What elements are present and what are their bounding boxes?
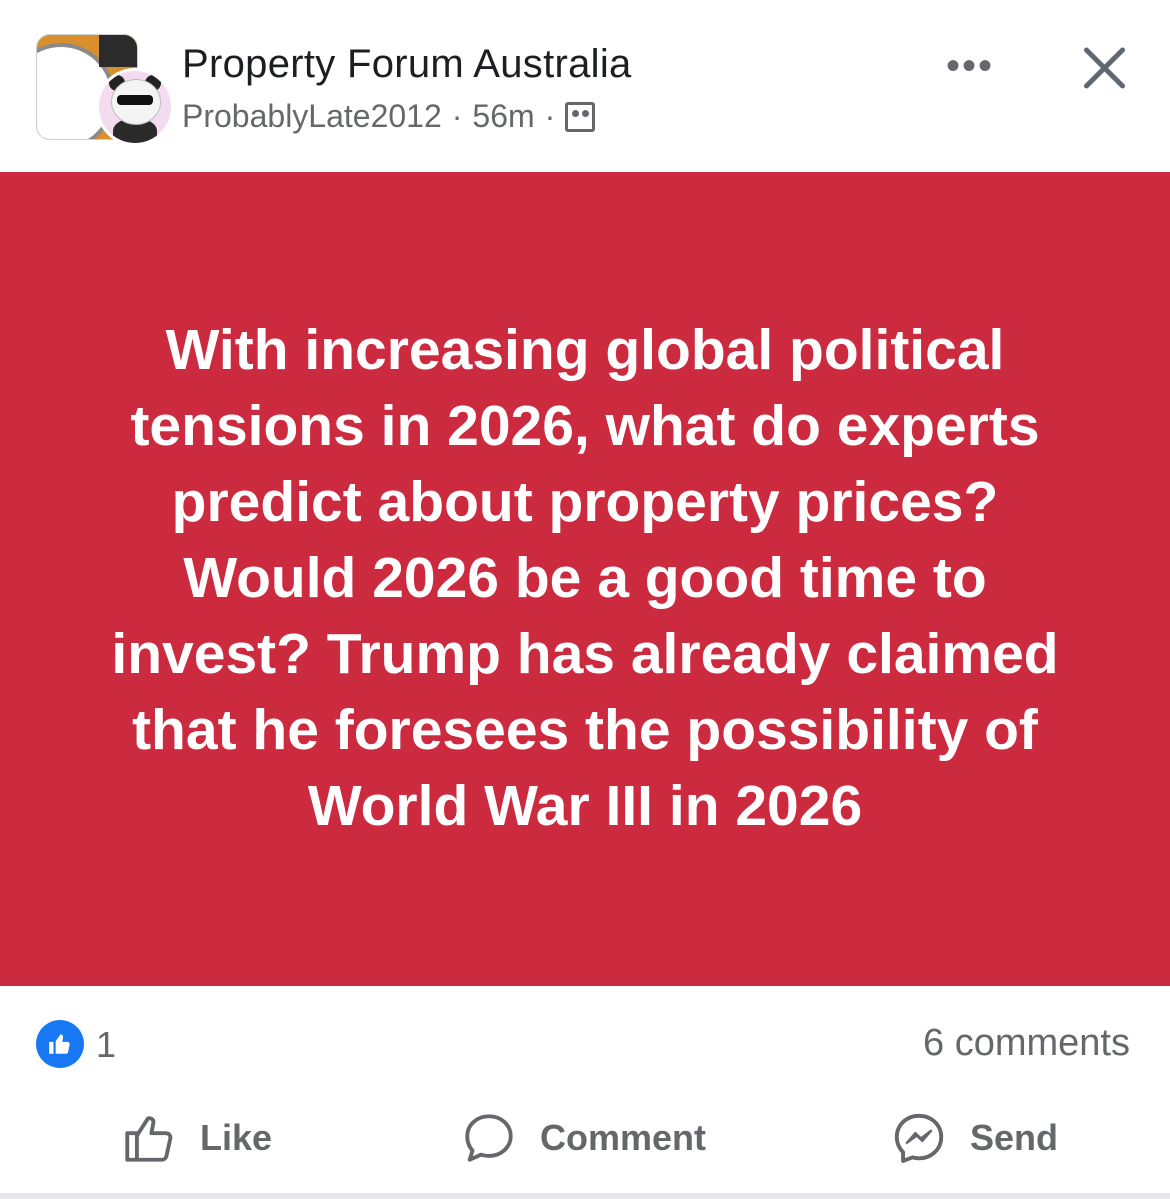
meta-separator: ·: [451, 98, 463, 134]
status-background-card: With increasing global political tension…: [0, 172, 1170, 986]
post-meta: ProbablyLate2012 · 56m ·: [182, 98, 596, 135]
group-name[interactable]: Property Forum Australia: [182, 42, 632, 87]
thumbs-up-reaction-icon[interactable]: [36, 1020, 84, 1068]
group-avatar-stamp: [99, 35, 137, 67]
group-members-icon: [565, 101, 596, 132]
comment-button[interactable]: Comment: [460, 1102, 706, 1174]
feed-post: Property Forum Australia ProbablyLate201…: [0, 0, 1170, 1199]
close-icon[interactable]: [1076, 40, 1132, 96]
post-divider: [0, 1193, 1170, 1199]
more-options-button[interactable]: •••: [940, 44, 1000, 94]
thumbs-up-icon: [125, 1116, 173, 1162]
author-avatar[interactable]: [96, 68, 174, 146]
messenger-icon: [894, 1113, 944, 1163]
sunglasses-icon: [117, 95, 153, 105]
send-label: Send: [970, 1117, 1059, 1158]
reaction-count[interactable]: 1: [96, 1024, 116, 1066]
author-name[interactable]: ProbablyLate2012: [182, 98, 442, 135]
send-button[interactable]: Send: [890, 1102, 1058, 1174]
post-header: Property Forum Australia ProbablyLate201…: [0, 0, 1170, 172]
like-button[interactable]: Like: [120, 1102, 272, 1174]
meta-separator-2: ·: [544, 98, 556, 134]
speech-bubble-icon: [465, 1114, 513, 1162]
comment-label: Comment: [540, 1117, 707, 1158]
comments-count[interactable]: 6 comments: [923, 1022, 1130, 1065]
post-time[interactable]: 56m: [472, 98, 534, 135]
post-action-bar: Like Comment Send: [0, 1096, 1170, 1188]
like-label: Like: [200, 1117, 273, 1158]
post-text: With increasing global political tension…: [111, 318, 1059, 838]
reactions-summary: 1 6 comments: [0, 986, 1170, 1096]
